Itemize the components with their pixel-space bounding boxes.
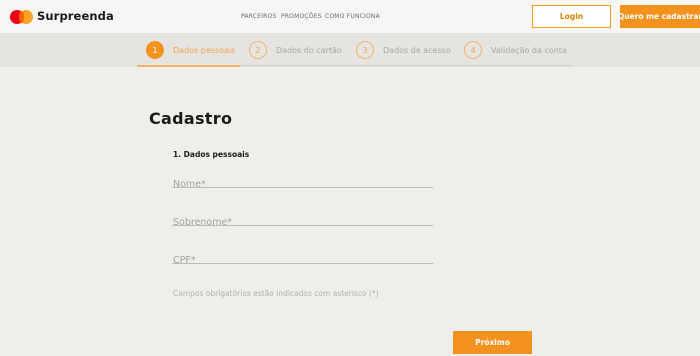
step-validacao-da-conta: 4 Validação da conta xyxy=(464,41,567,59)
step-label: Dados do cartão xyxy=(276,45,342,55)
next-button[interactable]: Próximo xyxy=(453,331,532,354)
nome-input[interactable] xyxy=(172,177,433,192)
steps-bar: 1 Dados pessoais 2 Dados do cartão 3 Dad… xyxy=(0,33,700,67)
step-label: Dados de acesso xyxy=(383,45,451,55)
cpf-field-wrapper xyxy=(172,248,433,268)
sobrenome-field-wrapper xyxy=(172,210,433,230)
step-dados-pessoais: 1 Dados pessoais xyxy=(146,41,235,59)
section-heading: 1. Dados pessoais xyxy=(173,150,250,159)
steps-progress-active xyxy=(137,65,240,67)
sobrenome-input[interactable] xyxy=(172,215,433,230)
step-number: 2 xyxy=(249,41,267,59)
step-dados-de-acesso: 3 Dados de acesso xyxy=(356,41,451,59)
step-label: Validação da conta xyxy=(491,45,567,55)
mastercard-logo-icon[interactable] xyxy=(10,10,34,24)
step-dados-do-cartao: 2 Dados do cartão xyxy=(249,41,342,59)
nav-link-promocoes[interactable]: PROMOÇÕES xyxy=(281,13,322,20)
cpf-input[interactable] xyxy=(172,253,433,268)
page-title: Cadastro xyxy=(149,109,233,128)
login-button[interactable]: Login xyxy=(532,5,611,28)
step-number: 1 xyxy=(146,41,164,59)
required-fields-note: Campos obrigatórios estão indicados com … xyxy=(173,289,379,298)
nav-link-como-funciona[interactable]: COMO FUNCIONA xyxy=(325,13,380,20)
step-label: Dados pessoais xyxy=(173,45,236,55)
nome-field-wrapper xyxy=(172,172,433,192)
top-header: Surpreenda PARCEIROS PROMOÇÕES COMO FUNC… xyxy=(0,0,700,33)
signup-button[interactable]: Quero me cadastrar xyxy=(618,5,700,28)
step-number: 4 xyxy=(464,41,482,59)
brand-name[interactable]: Surpreenda xyxy=(37,9,114,23)
step-number: 3 xyxy=(356,41,374,59)
nav-link-parceiros[interactable]: PARCEIROS xyxy=(241,13,276,20)
